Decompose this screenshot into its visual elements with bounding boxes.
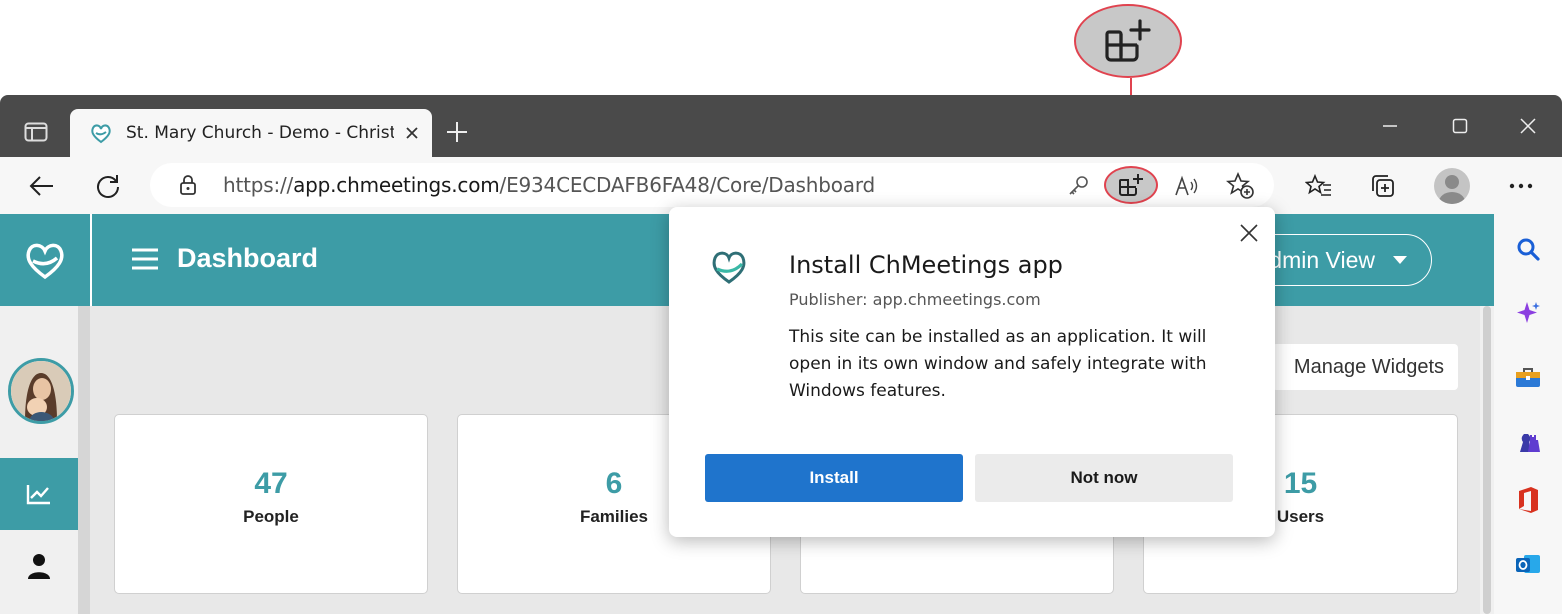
read-aloud-icon xyxy=(1175,175,1198,196)
manage-widgets-button[interactable]: Manage Widgets xyxy=(1272,344,1458,390)
plus-icon xyxy=(447,122,467,142)
chess-icon xyxy=(1520,434,1540,452)
stat-card-people[interactable]: 47 People xyxy=(114,414,428,594)
back-button[interactable] xyxy=(26,170,58,202)
minimize-button[interactable] xyxy=(1370,112,1410,140)
maximize-icon xyxy=(1452,118,1468,134)
star-add-icon xyxy=(1226,172,1254,199)
url-text[interactable]: https://app.chmeetings.com/E934CECDAFB6F… xyxy=(223,173,875,197)
sidebar-copilot-button[interactable] xyxy=(1512,298,1544,328)
more-icon xyxy=(1509,183,1533,189)
close-tab-icon[interactable] xyxy=(402,126,422,140)
app-available-icon xyxy=(1119,174,1143,196)
read-aloud-button[interactable] xyxy=(1172,172,1202,200)
add-favorite-button[interactable] xyxy=(1224,170,1258,202)
dialog-title: Install ChMeetings app xyxy=(789,251,1063,279)
nav-people[interactable] xyxy=(0,530,78,602)
avatar-photo-icon xyxy=(11,361,71,421)
dialog-body-text: This site can be installed as an applica… xyxy=(789,327,1207,401)
url-host: app.chmeetings.com xyxy=(293,173,500,197)
chmeetings-logo-icon xyxy=(26,243,64,280)
chart-line-icon xyxy=(26,485,50,505)
minimize-icon xyxy=(1383,125,1397,127)
profile-icon xyxy=(1439,175,1465,204)
refresh-icon xyxy=(97,175,119,198)
page-title: Dashboard xyxy=(177,243,319,273)
close-icon xyxy=(1240,224,1258,242)
favorites-button[interactable] xyxy=(1302,170,1336,202)
sidebar-outlook-button[interactable] xyxy=(1512,548,1544,580)
back-arrow-icon xyxy=(29,176,53,196)
menu-icon[interactable] xyxy=(132,246,158,272)
tab-actions-button[interactable] xyxy=(18,118,54,146)
more-button[interactable] xyxy=(1504,172,1538,200)
stat-value: 47 xyxy=(254,467,288,500)
browser-tab[interactable]: St. Mary Church - Demo - Christian xyxy=(70,109,432,157)
maximize-button[interactable] xyxy=(1440,112,1480,140)
search-icon xyxy=(1517,238,1540,261)
sidebar-tools-button[interactable] xyxy=(1512,362,1544,392)
stat-label: People xyxy=(243,507,299,526)
app-available-icon xyxy=(1105,19,1151,62)
caret-down-icon xyxy=(1393,256,1407,264)
tab-actions-icon xyxy=(24,122,48,142)
sidebar-office-button[interactable] xyxy=(1512,484,1544,516)
dialog-publisher: Publisher: app.chmeetings.com xyxy=(789,290,1041,309)
office-icon xyxy=(1519,487,1538,513)
sidebar-scrollbar[interactable] xyxy=(78,306,90,614)
toolbox-icon xyxy=(1516,368,1540,387)
collections-icon xyxy=(1372,175,1394,197)
sidebar-games-button[interactable] xyxy=(1512,424,1544,456)
refresh-button[interactable] xyxy=(92,170,124,202)
app-logo-icon xyxy=(709,247,749,287)
app-available-callout xyxy=(1074,4,1182,78)
lock-icon[interactable] xyxy=(176,173,200,197)
dialog-close-button[interactable] xyxy=(1235,219,1263,247)
user-avatar[interactable] xyxy=(8,358,74,424)
profile-avatar[interactable] xyxy=(1434,168,1470,204)
url-path: /E934CECDAFB6FA48/Core/Dashboard xyxy=(499,173,876,197)
close-icon xyxy=(1520,118,1536,134)
install-app-dialog: Install ChMeetings app Publisher: app.ch… xyxy=(669,207,1275,537)
app-logo[interactable] xyxy=(0,214,90,306)
favorites-icon xyxy=(1305,173,1331,196)
not-now-button[interactable]: Not now xyxy=(975,454,1233,502)
site-favicon-icon xyxy=(86,121,116,145)
nav-dashboard[interactable] xyxy=(0,458,78,530)
url-scheme: https:// xyxy=(223,173,294,197)
outlook-icon xyxy=(1516,555,1540,573)
install-button[interactable]: Install xyxy=(705,454,963,502)
tab-title: St. Mary Church - Demo - Christian xyxy=(126,123,394,143)
person-icon xyxy=(28,554,50,579)
sidebar-search-button[interactable] xyxy=(1512,234,1544,264)
close-window-button[interactable] xyxy=(1508,112,1548,140)
new-tab-button[interactable] xyxy=(442,118,472,146)
app-available-button[interactable] xyxy=(1104,166,1158,204)
key-icon[interactable] xyxy=(1064,173,1092,199)
sparkle-icon xyxy=(1517,302,1540,323)
content-scrollbar[interactable] xyxy=(1483,306,1491,614)
collections-button[interactable] xyxy=(1366,170,1400,202)
